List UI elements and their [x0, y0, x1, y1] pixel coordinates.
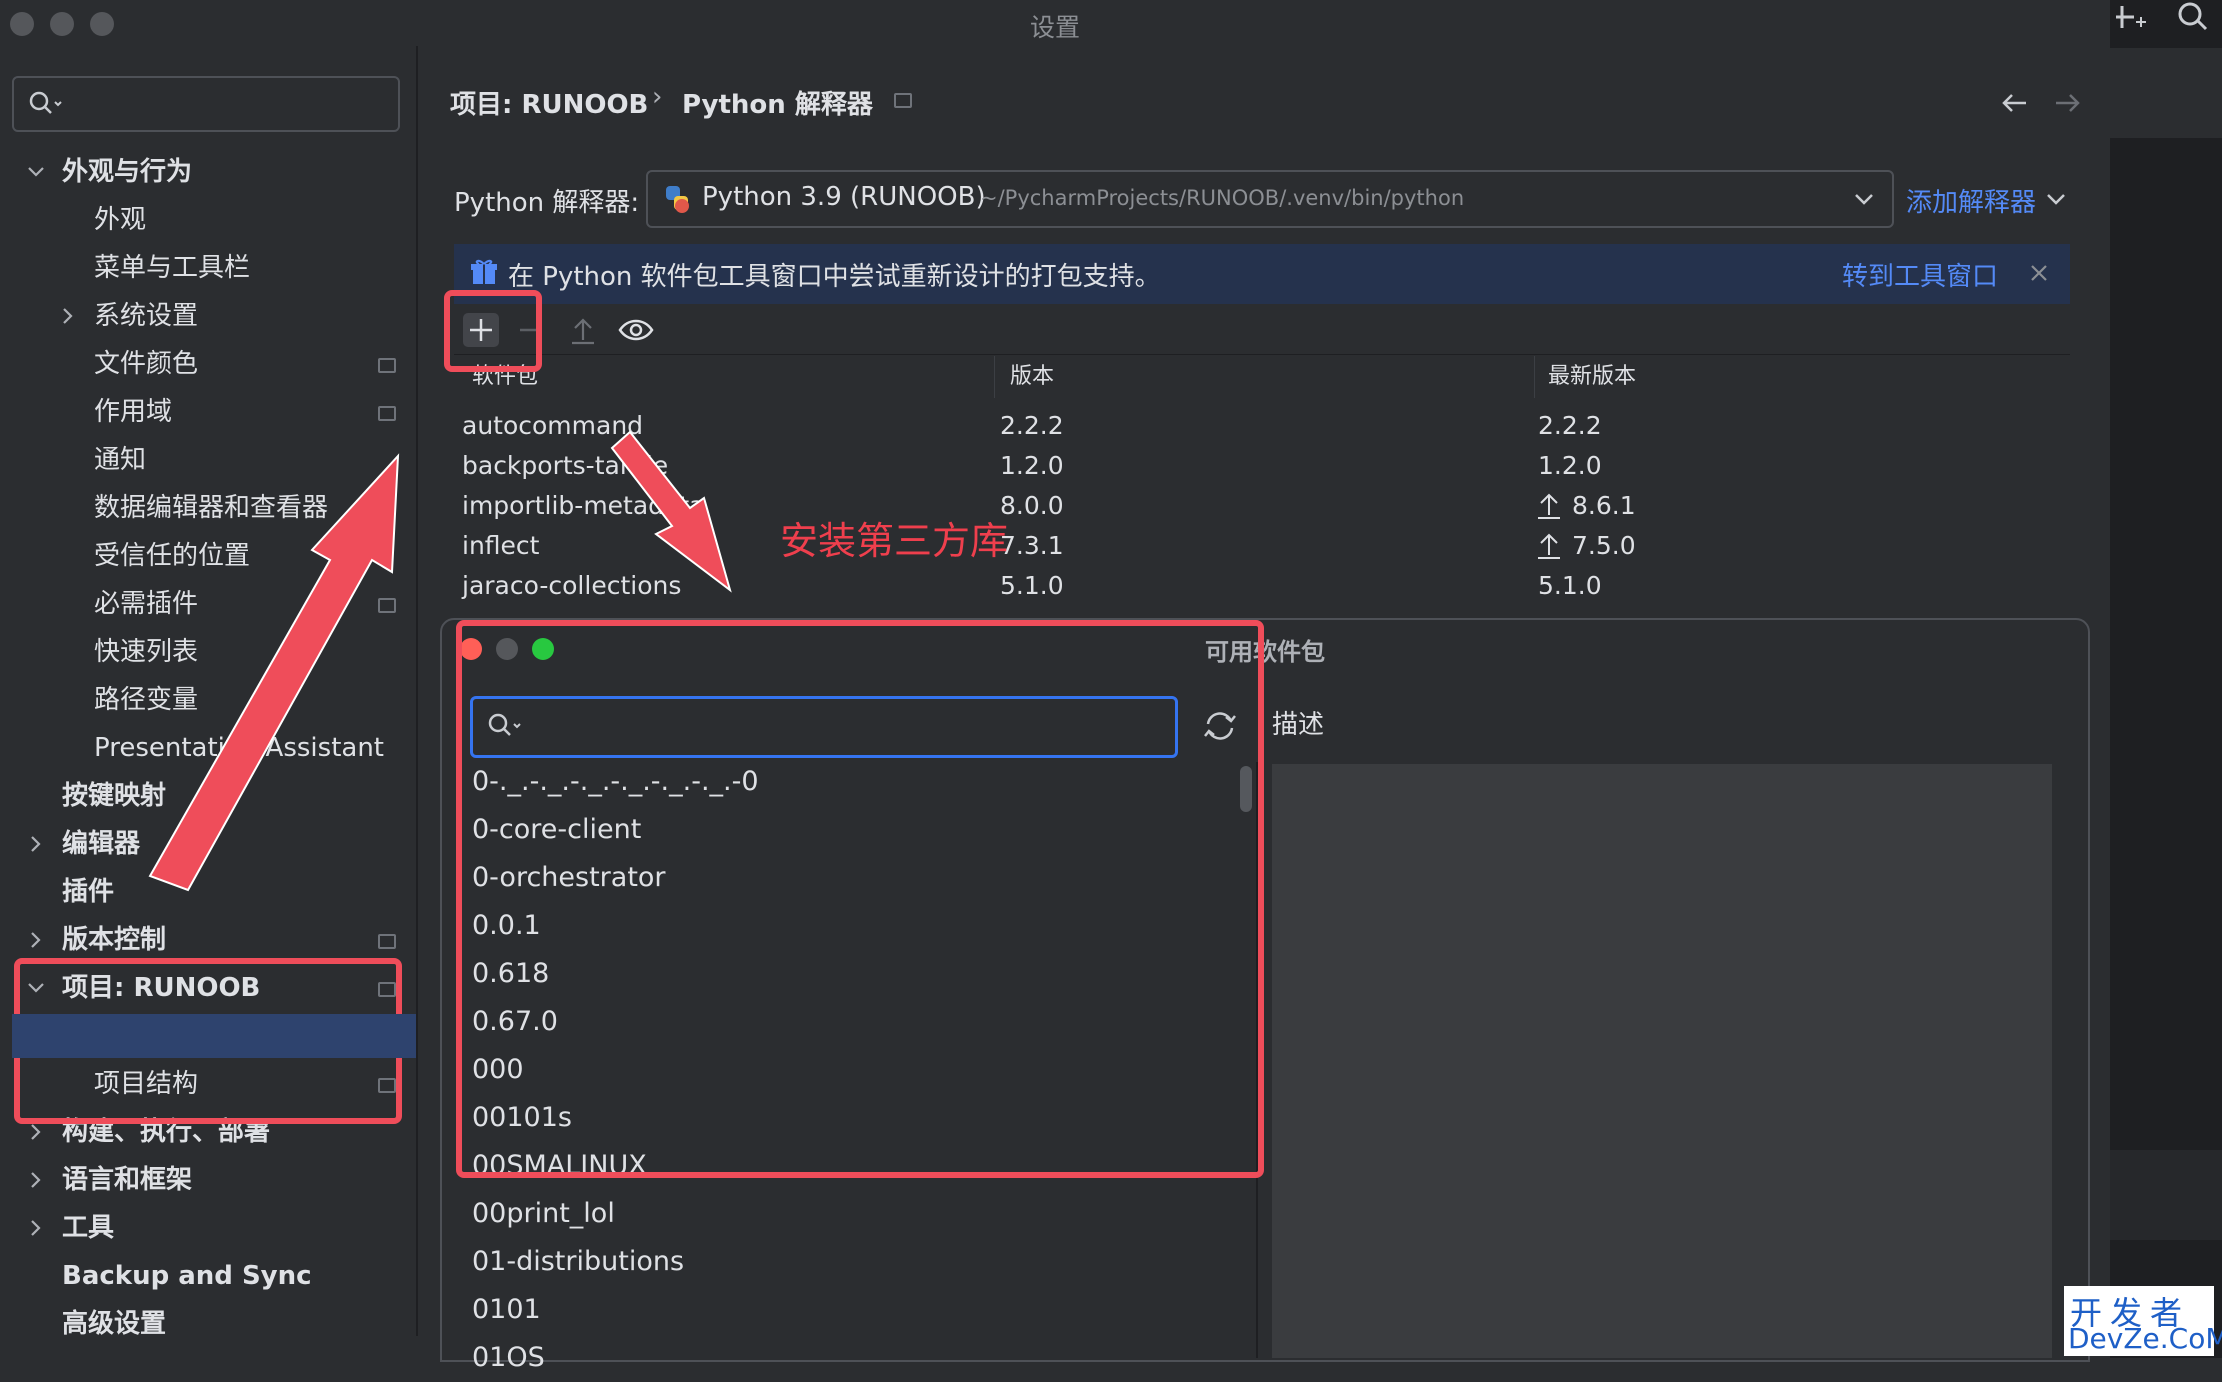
sidebar-selection-highlight — [12, 1014, 416, 1058]
chevron-right-icon[interactable] — [26, 1122, 46, 1142]
chevron-right-icon[interactable] — [26, 834, 46, 854]
chevron-right-icon[interactable] — [26, 1218, 46, 1238]
annotation-arrows — [148, 430, 732, 892]
chevron-down-icon[interactable] — [26, 978, 46, 998]
annotation-label: 安装第三方库 — [780, 519, 1009, 563]
chevron-right-icon[interactable] — [58, 306, 78, 326]
watermark-logo: 开发者 DevZe.CoM — [2064, 1286, 2222, 1356]
chevron-right-icon[interactable] — [26, 930, 46, 950]
chevron-right-icon[interactable] — [26, 1170, 46, 1190]
chevron-down-icon[interactable] — [26, 162, 46, 182]
